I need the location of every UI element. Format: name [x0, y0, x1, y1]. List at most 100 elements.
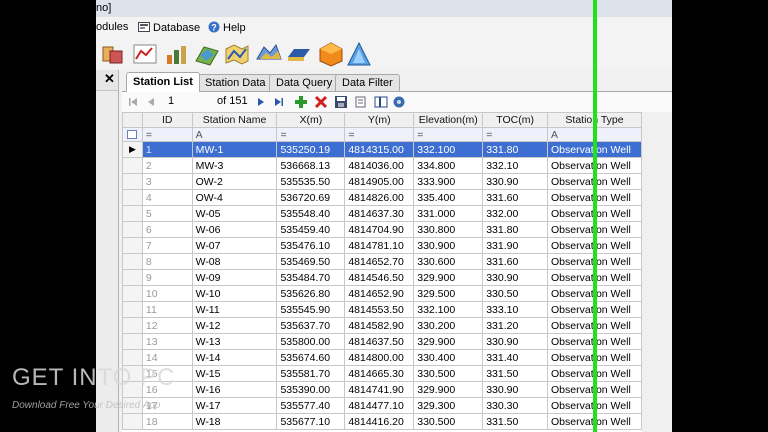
- table-cell[interactable]: 330.500: [413, 365, 484, 382]
- row-selector[interactable]: [122, 189, 143, 206]
- table-cell[interactable]: 18: [141, 413, 193, 430]
- table-cell[interactable]: 535469.50: [276, 253, 346, 270]
- table-row[interactable]: 11 W-11 535545.90 4814553.50 332.100 333.10 Ob…: [122, 301, 642, 318]
- table-cell[interactable]: 330.30: [482, 397, 549, 414]
- menu-modules[interactable]: odules: [96, 21, 128, 33]
- table-row[interactable]: 8 W-08 535469.50 4814652.70 330.600 331.60 Obs…: [122, 253, 642, 270]
- column-header[interactable]: Y(m): [344, 112, 415, 128]
- table-cell[interactable]: 4814652.90: [344, 285, 415, 302]
- table-cell[interactable]: 330.90: [482, 333, 549, 350]
- next-record-icon[interactable]: [254, 95, 268, 109]
- table-row[interactable]: 16 W-16 535390.00 4814741.90 329.900 330.90 Ob…: [122, 381, 642, 398]
- row-selector[interactable]: [122, 253, 143, 270]
- table-cell[interactable]: MW-3: [191, 157, 278, 174]
- menu-help[interactable]: ? Help: [208, 21, 246, 34]
- table-cell[interactable]: 1: [141, 141, 193, 158]
- table-cell[interactable]: 4814477.10: [344, 397, 415, 414]
- last-record-icon[interactable]: [272, 95, 286, 109]
- table-cell[interactable]: 535535.50: [276, 173, 346, 190]
- menu-database[interactable]: Database: [138, 21, 200, 34]
- edit-icon[interactable]: [354, 95, 368, 109]
- table-cell[interactable]: 535476.10: [276, 237, 346, 254]
- settings-icon[interactable]: [392, 95, 406, 109]
- row-selector[interactable]: [122, 285, 143, 302]
- table-cell[interactable]: 4814582.90: [344, 317, 415, 334]
- table-cell[interactable]: 329.900: [413, 269, 484, 286]
- filter-cell[interactable]: A: [191, 127, 278, 142]
- table-cell[interactable]: 330.90: [482, 173, 549, 190]
- table-cell[interactable]: W-05: [191, 205, 278, 222]
- table-chart-icon[interactable]: [132, 41, 158, 67]
- column-header[interactable]: Station Name: [191, 112, 278, 128]
- table-cell[interactable]: 12: [141, 317, 193, 334]
- table-cell[interactable]: 535674.60: [276, 349, 346, 366]
- table-cell[interactable]: 4814416.20: [344, 413, 415, 430]
- table-row[interactable]: 10 W-10 535626.80 4814652.90 329.500 330.50 Ob…: [122, 285, 642, 302]
- table-cell[interactable]: 330.50: [482, 285, 549, 302]
- table-cell[interactable]: W-09: [191, 269, 278, 286]
- table-cell[interactable]: 4814905.00: [344, 173, 415, 190]
- table-cell[interactable]: 535548.40: [276, 205, 346, 222]
- table-row[interactable]: 17 W-17 535577.40 4814477.10 329.300 330.30 Ob…: [122, 397, 642, 414]
- table-cell[interactable]: 535626.80: [276, 285, 346, 302]
- column-header[interactable]: Elevation(m): [413, 112, 484, 128]
- table-row[interactable]: 5 W-05 535548.40 4814637.30 331.000 332.00 Obs…: [122, 205, 642, 222]
- table-cell[interactable]: 535637.70: [276, 317, 346, 334]
- filter-cell[interactable]: =: [413, 127, 484, 142]
- table-cell[interactable]: 329.300: [413, 397, 484, 414]
- table-cell[interactable]: 535459.40: [276, 221, 346, 238]
- table-cell[interactable]: 331.80: [482, 221, 549, 238]
- table-cell[interactable]: W-16: [191, 381, 278, 398]
- table-cell[interactable]: 10: [141, 285, 193, 302]
- table-cell[interactable]: 4814637.50: [344, 333, 415, 350]
- table-cell[interactable]: 331.80: [482, 141, 549, 158]
- row-selector[interactable]: [122, 269, 143, 286]
- table-cell[interactable]: 535484.70: [276, 269, 346, 286]
- table-cell[interactable]: 8: [141, 253, 193, 270]
- filter-cell[interactable]: =: [141, 127, 193, 142]
- table-cell[interactable]: 332.10: [482, 157, 549, 174]
- table-cell[interactable]: W-08: [191, 253, 278, 270]
- table-cell[interactable]: 4814741.90: [344, 381, 415, 398]
- first-record-icon[interactable]: [126, 95, 140, 109]
- row-selector[interactable]: [122, 221, 143, 238]
- table-cell[interactable]: 535250.19: [276, 141, 346, 158]
- prev-record-icon[interactable]: [144, 95, 158, 109]
- table-cell[interactable]: 330.90: [482, 269, 549, 286]
- table-cell[interactable]: MW-1: [191, 141, 278, 158]
- table-cell[interactable]: 535390.00: [276, 381, 346, 398]
- table-cell[interactable]: 329.900: [413, 381, 484, 398]
- table-cell[interactable]: 4: [141, 189, 193, 206]
- table-row[interactable]: 13 W-13 535800.00 4814637.50 329.900 330.90 Ob…: [122, 333, 642, 350]
- delete-record-icon[interactable]: [314, 95, 328, 109]
- table-cell[interactable]: 329.500: [413, 285, 484, 302]
- row-selector[interactable]: [122, 205, 143, 222]
- contour-map-icon[interactable]: [256, 41, 282, 67]
- table-cell[interactable]: 4814553.50: [344, 301, 415, 318]
- table-cell[interactable]: 4814637.30: [344, 205, 415, 222]
- table-cell[interactable]: OW-2: [191, 173, 278, 190]
- table-cell[interactable]: 4814704.90: [344, 221, 415, 238]
- table-cell[interactable]: W-14: [191, 349, 278, 366]
- table-cell[interactable]: 330.800: [413, 221, 484, 238]
- filter-cell[interactable]: =: [276, 127, 346, 142]
- table-cell[interactable]: 329.900: [413, 333, 484, 350]
- row-selector[interactable]: [122, 237, 143, 254]
- table-cell[interactable]: W-17: [191, 397, 278, 414]
- table-cell[interactable]: 535581.70: [276, 365, 346, 382]
- tab-data-query[interactable]: Data Query: [269, 74, 340, 91]
- columns-icon[interactable]: [374, 95, 388, 109]
- table-cell[interactable]: 330.900: [413, 237, 484, 254]
- table-cell[interactable]: 331.60: [482, 253, 549, 270]
- table-cell[interactable]: 4814800.00: [344, 349, 415, 366]
- row-selector[interactable]: [122, 413, 143, 430]
- table-cell[interactable]: 4814036.00: [344, 157, 415, 174]
- table-cell[interactable]: W-18: [191, 413, 278, 430]
- table-cell[interactable]: W-06: [191, 221, 278, 238]
- table-cell[interactable]: 2: [141, 157, 193, 174]
- table-cell[interactable]: 330.600: [413, 253, 484, 270]
- table-cell[interactable]: 330.500: [413, 413, 484, 430]
- table-cell[interactable]: 536720.69: [276, 189, 346, 206]
- plume-icon[interactable]: [346, 41, 372, 67]
- save-icon[interactable]: [334, 95, 348, 109]
